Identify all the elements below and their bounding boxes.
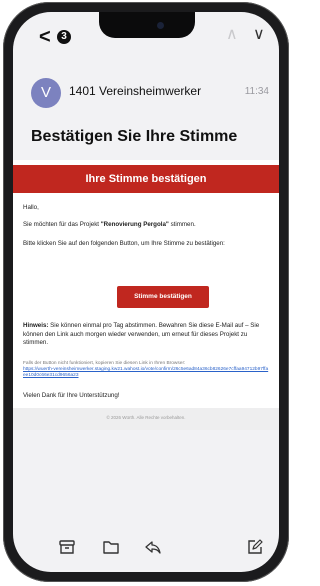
archive-icon[interactable] [58, 538, 76, 556]
folder-icon[interactable] [102, 538, 120, 556]
copyright: © 2026 Würth. Alle Rechte vorbehalten. [106, 415, 186, 420]
instruction-text: Bitte klicken Sie auf den folgenden Butt… [23, 240, 225, 247]
confirm-vote-button[interactable]: Stimme bestätigen [117, 286, 209, 308]
sender-name[interactable]: 1401 Vereinsheimwerker [69, 84, 201, 98]
project-name: "Renovierung Pergola" [100, 221, 169, 228]
bottom-toolbar [13, 532, 279, 562]
back-chevron-icon[interactable]: < [39, 26, 51, 49]
message-time: 11:34 [244, 86, 269, 97]
reply-icon[interactable] [144, 538, 162, 556]
header-banner: Ihre Stimme bestätigen [13, 165, 279, 193]
hint-text: Sie können einmal pro Tag abstimmen. Bew… [23, 322, 260, 346]
notch [99, 12, 195, 38]
thanks-text: Vielen Dank für Ihre Unterstützung! [23, 392, 120, 399]
fallback-link-wrap: https://wuerth-vereinsheimwerker.staging… [23, 367, 269, 379]
hint-label: Hinweis: [23, 322, 49, 329]
intro-prefix: Sie möchten für das Projekt [23, 221, 101, 228]
hint-paragraph: Hinweis: Sie können einmal pro Tag absti… [23, 322, 269, 348]
camera-icon [157, 22, 164, 29]
email-subject: Bestätigen Sie Ihre Stimme [31, 128, 238, 145]
phone-frame: < 3 ∧ ∨ V 1401 Vereinsheimwerker 11:34 B… [3, 2, 289, 582]
unread-count-badge: 3 [57, 30, 71, 44]
previous-message-icon[interactable]: ∧ [226, 24, 238, 44]
sender-row: V 1401 Vereinsheimwerker 11:34 [31, 78, 271, 118]
fallback-link[interactable]: https://wuerth-vereinsheimwerker.staging… [23, 367, 268, 378]
greeting: Hallo, [23, 204, 39, 211]
intro-suffix: stimmen. [168, 221, 196, 228]
email-body: Ihre Stimme bestätigen Hallo, Sie möchte… [13, 160, 279, 408]
email-footer: © 2026 Würth. Alle Rechte vorbehalten. [13, 408, 279, 430]
vote-intro: Sie möchten für das Projekt "Renovierung… [23, 221, 269, 230]
next-message-icon[interactable]: ∨ [253, 24, 265, 44]
compose-icon[interactable] [246, 538, 264, 556]
mail-screen: < 3 ∧ ∨ V 1401 Vereinsheimwerker 11:34 B… [13, 12, 279, 572]
avatar[interactable]: V [31, 78, 61, 108]
